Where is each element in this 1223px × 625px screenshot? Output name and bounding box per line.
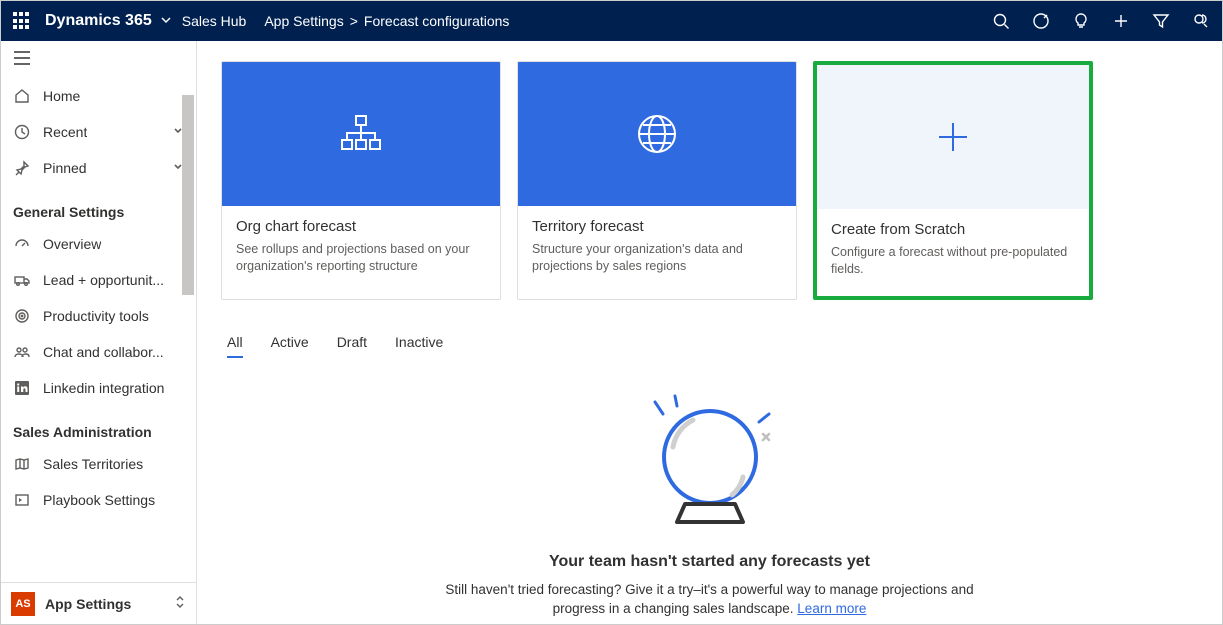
template-cards: Org chart forecast See rollups and projec… — [197, 41, 1222, 310]
filter-icon[interactable] — [1152, 12, 1170, 30]
overview-icon — [13, 235, 31, 253]
main-content: Org chart forecast See rollups and projec… — [197, 41, 1222, 624]
assistant-icon[interactable] — [1032, 12, 1050, 30]
help-icon[interactable] — [1192, 12, 1210, 30]
sidebar-item-label: Chat and collabor... — [43, 344, 164, 360]
template-card-plus[interactable]: Create from Scratch Configure a forecast … — [813, 61, 1093, 300]
truck-icon — [13, 271, 31, 289]
learn-more-link[interactable]: Learn more — [797, 601, 866, 616]
app-launcher-icon[interactable] — [13, 12, 31, 30]
breadcrumb: App Settings > Forecast configurations — [264, 13, 509, 29]
updown-icon — [174, 594, 186, 613]
globe-icon — [518, 62, 796, 206]
plus-icon — [817, 65, 1089, 209]
sidebar-item-label: Overview — [43, 236, 101, 252]
empty-subtitle: Still haven't tried forecasting? Give it… — [430, 581, 990, 619]
app-name[interactable]: Sales Hub — [182, 13, 247, 29]
sidebar-item-label: Sales Territories — [43, 456, 143, 472]
pin-icon — [13, 159, 31, 177]
lightbulb-icon[interactable] — [1072, 12, 1090, 30]
org-chart-icon — [222, 62, 500, 206]
sidebar-item-overview[interactable]: Overview — [1, 226, 196, 262]
sidebar: Home Recent Pinned General Settings Over… — [1, 41, 197, 624]
area-switcher[interactable]: AS App Settings — [1, 582, 196, 624]
hamburger-icon[interactable] — [1, 41, 196, 72]
breadcrumb-lvl2[interactable]: Forecast configurations — [364, 13, 510, 29]
sidebar-item-linkedin[interactable]: Linkedin integration — [1, 370, 196, 406]
card-title: Territory forecast — [532, 218, 782, 235]
sidebar-item-label: Lead + opportunit... — [43, 272, 164, 288]
template-card-globe[interactable]: Territory forecast Structure your organiz… — [517, 61, 797, 300]
sidebar-item-label: Linkedin integration — [43, 380, 164, 396]
sidebar-item-label: Productivity tools — [43, 308, 149, 324]
tab-active[interactable]: Active — [271, 334, 309, 358]
sidebar-item-territories[interactable]: Sales Territories — [1, 446, 196, 482]
sidebar-item-label: Home — [43, 88, 80, 104]
empty-state: Your team hasn't started any forecasts y… — [197, 362, 1222, 619]
sidebar-item-productivity[interactable]: Productivity tools — [1, 298, 196, 334]
empty-title: Your team hasn't started any forecasts y… — [549, 553, 870, 571]
sidebar-item-home[interactable]: Home — [1, 78, 196, 114]
card-title: Create from Scratch — [831, 221, 1075, 238]
sidebar-section-label: General Settings — [1, 186, 196, 226]
sidebar-item-lead-opportunity[interactable]: Lead + opportunit... — [1, 262, 196, 298]
tab-inactive[interactable]: Inactive — [395, 334, 443, 358]
playbook-icon — [13, 491, 31, 509]
crystal-ball-illustration — [635, 392, 785, 535]
sidebar-item-playbook[interactable]: Playbook Settings — [1, 482, 196, 518]
tabs: All Active Draft Inactive — [197, 310, 1222, 362]
linkedin-icon — [13, 379, 31, 397]
sidebar-item-pinned[interactable]: Pinned — [1, 150, 196, 186]
area-badge: AS — [11, 592, 35, 616]
card-desc: Structure your organization's data and p… — [532, 241, 782, 275]
breadcrumb-lvl1[interactable]: App Settings — [264, 13, 343, 29]
people-icon — [13, 343, 31, 361]
sidebar-item-label: Pinned — [43, 160, 87, 176]
template-card-org-chart[interactable]: Org chart forecast See rollups and projec… — [221, 61, 501, 300]
search-icon[interactable] — [992, 12, 1010, 30]
tab-all[interactable]: All — [227, 334, 243, 358]
scrollbar[interactable] — [182, 95, 194, 295]
sidebar-item-label: Recent — [43, 124, 87, 140]
sidebar-section-label: Sales Administration — [1, 406, 196, 446]
target-icon — [13, 307, 31, 325]
home-icon — [13, 87, 31, 105]
brand-name[interactable]: Dynamics 365 — [45, 12, 152, 30]
chevron-down-icon[interactable] — [160, 13, 172, 29]
clock-icon — [13, 123, 31, 141]
area-name: App Settings — [45, 596, 164, 612]
card-desc: Configure a forecast without pre-populat… — [831, 244, 1075, 278]
top-nav: Dynamics 365 Sales Hub App Settings > Fo… — [1, 1, 1222, 41]
breadcrumb-sep: > — [350, 13, 358, 29]
card-desc: See rollups and projections based on you… — [236, 241, 486, 275]
sidebar-item-chat-collab[interactable]: Chat and collabor... — [1, 334, 196, 370]
add-icon[interactable] — [1112, 12, 1130, 30]
card-title: Org chart forecast — [236, 218, 486, 235]
empty-sub-text: Still haven't tried forecasting? Give it… — [445, 582, 973, 616]
sidebar-item-recent[interactable]: Recent — [1, 114, 196, 150]
map-icon — [13, 455, 31, 473]
tab-draft[interactable]: Draft — [337, 334, 367, 358]
sidebar-item-label: Playbook Settings — [43, 492, 155, 508]
